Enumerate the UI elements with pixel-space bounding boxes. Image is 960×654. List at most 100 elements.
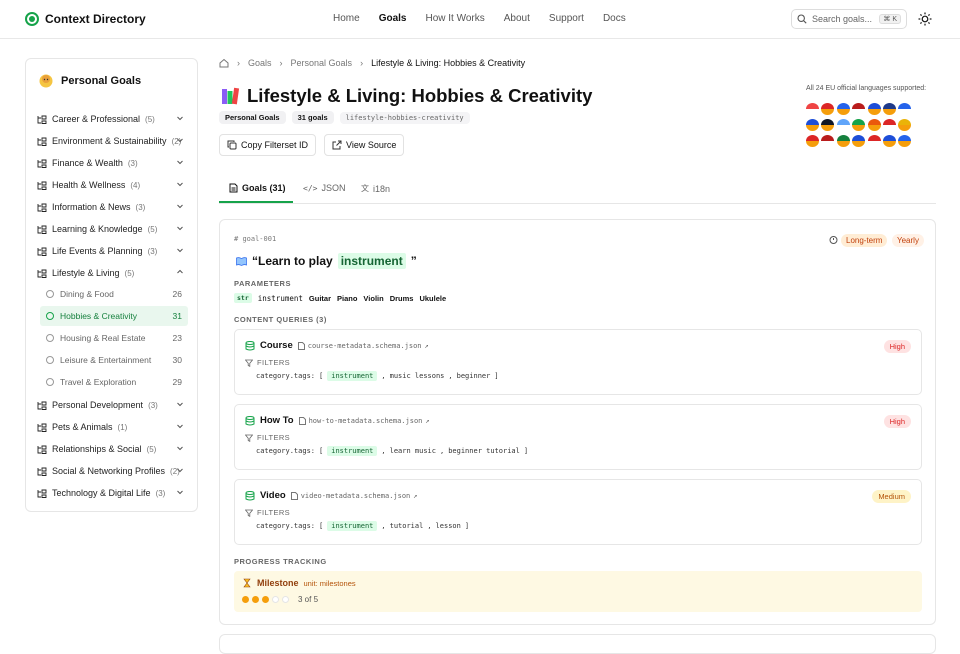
sidebar-category-label: Pets & Animals: [52, 422, 113, 432]
sidebar-category[interactable]: Environment & Sustainability (2): [37, 132, 187, 150]
sidebar-category-label: Social & Networking Profiles: [52, 466, 166, 476]
flag-icon: [806, 103, 819, 115]
language-flags: [806, 103, 912, 147]
progress-dot: [262, 596, 269, 603]
flag-icon: [821, 119, 835, 131]
filter-values: category.tags:[instrument, tutorial, lesso…: [256, 521, 469, 531]
tab-i18n[interactable]: 文 i18n: [361, 183, 390, 194]
sidebar-category[interactable]: Lifestyle & Living (5): [37, 264, 187, 282]
goal-id-text: goal-001: [242, 235, 277, 243]
sidebar-category[interactable]: Life Events & Planning (3): [37, 242, 187, 260]
breadcrumb-personal-goals[interactable]: Personal Goals: [291, 58, 353, 68]
sidebar-subcategory[interactable]: Leisure & Entertainment 30: [40, 350, 188, 370]
progress-text: 3 of 5: [298, 595, 319, 604]
folder-tree-icon: [37, 115, 47, 124]
sidebar-category[interactable]: Technology & Digital Life (3): [37, 484, 187, 502]
home-icon[interactable]: [219, 58, 229, 68]
sidebar-category[interactable]: Health & Wellness (4): [37, 176, 187, 194]
brand-name: Context Directory: [45, 12, 146, 26]
content-tabs: Goals (31) </> JSON 文 i18n: [219, 176, 936, 204]
flag-icon: [852, 119, 866, 131]
query-title: Course course-metadata.schema.json ↗: [245, 340, 429, 351]
milestone-row: Milestone unit: milestones: [242, 578, 356, 588]
filter-tag: beginner: [456, 372, 491, 380]
filters-label-text: FILTERS: [257, 433, 291, 442]
page-actions: Copy Filterset ID View Source: [219, 134, 405, 156]
chevron-down-icon: [177, 424, 183, 429]
flag-icon: [898, 135, 912, 147]
sidebar-subcategory-count: 30: [172, 355, 182, 365]
tab-json[interactable]: </> JSON: [303, 183, 345, 193]
sidebar-category[interactable]: Personal Development (3): [37, 396, 187, 414]
top-header: Context Directory Home Goals How It Work…: [0, 0, 960, 39]
filter-values: category.tags:[instrument, learn music, be…: [256, 446, 528, 456]
sidebar-category-label: Information & News: [52, 202, 131, 212]
sidebar-category[interactable]: Career & Professional (5): [37, 110, 187, 128]
circle-icon: [46, 312, 54, 320]
sidebar-category[interactable]: Pets & Animals (1): [37, 418, 187, 436]
sun-icon[interactable]: [918, 12, 932, 26]
view-source-button[interactable]: View Source: [324, 134, 405, 156]
filter-tag: instrument: [327, 521, 378, 531]
milestone-unit: unit: milestones: [303, 578, 356, 588]
sidebar-subcategory[interactable]: Travel & Exploration 29: [40, 372, 188, 392]
content-query: Course course-metadata.schema.json ↗ High FI…: [234, 329, 922, 395]
sidebar-category-label: Relationships & Social: [52, 444, 142, 454]
schema-link[interactable]: how-to-metadata.schema.json ↗: [298, 416, 430, 425]
tab-goals[interactable]: Goals (31): [229, 183, 286, 193]
progress-dot: [272, 596, 279, 603]
tag-separator: ,: [381, 372, 386, 380]
nav-docs[interactable]: Docs: [603, 13, 626, 24]
sidebar-title: Personal Goals: [61, 75, 142, 87]
param-value: Drums: [389, 293, 414, 303]
sidebar-category[interactable]: Finance & Wealth (3): [37, 154, 187, 172]
content-query: How To how-to-metadata.schema.json ↗ High FI…: [234, 404, 922, 470]
sidebar-subcategory[interactable]: Dining & Food 26: [40, 284, 188, 304]
schema-link[interactable]: course-metadata.schema.json ↗: [297, 341, 429, 350]
page-badges: Personal Goals 31 goals lifestyle-hobbie…: [219, 111, 470, 124]
chevron-down-icon: [177, 226, 183, 231]
sidebar-category-count: (5): [124, 268, 135, 278]
bracket-close: ]: [523, 447, 529, 455]
chevron-down-icon: [177, 138, 183, 143]
sidebar-category[interactable]: Relationships & Social (5): [37, 440, 187, 458]
sidebar-category[interactable]: Learning & Knowledge (5): [37, 220, 187, 238]
sidebar-subcategory-count: 23: [172, 333, 182, 343]
chevron-down-icon: [177, 248, 183, 253]
filter-icon: [245, 359, 253, 367]
sidebar-category-count: (3): [127, 158, 138, 168]
breadcrumb-goals[interactable]: Goals: [248, 58, 272, 68]
hourglass-icon: [243, 578, 251, 588]
priority-badge: High: [883, 340, 911, 353]
person-icon: [39, 74, 53, 88]
sidebar-category-count: (5): [147, 224, 158, 234]
sidebar-subcategory[interactable]: Housing & Real Estate 23: [40, 328, 188, 348]
search-box[interactable]: Search goals... ⌘ K: [791, 9, 907, 29]
folder-tree-icon: [37, 489, 47, 498]
query-type: Course: [260, 340, 293, 351]
schema-link[interactable]: video-metadata.schema.json ↗: [290, 491, 418, 500]
file-icon: [297, 341, 305, 350]
schema-name: course-metadata.schema.json: [307, 341, 422, 350]
filter-values: category.tags:[instrument, music lessons,…: [256, 371, 499, 381]
brand-logo[interactable]: Context Directory: [25, 12, 146, 26]
sidebar-subcategory-label: Housing & Real Estate: [60, 333, 146, 343]
copy-filterset-button[interactable]: Copy Filterset ID: [219, 134, 317, 156]
copy-filterset-label: Copy Filterset ID: [241, 140, 309, 150]
nav-how-it-works[interactable]: How It Works: [425, 13, 484, 24]
nav-about[interactable]: About: [504, 13, 530, 24]
sidebar-category[interactable]: Information & News (3): [37, 198, 187, 216]
books-icon: [222, 87, 240, 105]
nav-goals[interactable]: Goals: [379, 13, 407, 24]
nav-home[interactable]: Home: [333, 13, 360, 24]
query-type: Video: [260, 490, 286, 501]
schema-name: how-to-metadata.schema.json: [308, 416, 423, 425]
parameters-label: PARAMETERS: [234, 279, 291, 288]
chevron-down-icon: [177, 160, 183, 165]
sidebar-subcategory-label: Leisure & Entertainment: [60, 355, 152, 365]
sidebar-subcategory-label: Hobbies & Creativity: [60, 311, 138, 321]
nav-support[interactable]: Support: [549, 13, 584, 24]
sidebar-subcategory[interactable]: Hobbies & Creativity 31: [40, 306, 188, 326]
sidebar-category[interactable]: Social & Networking Profiles (2): [37, 462, 187, 480]
folder-tree-icon: [37, 467, 47, 476]
